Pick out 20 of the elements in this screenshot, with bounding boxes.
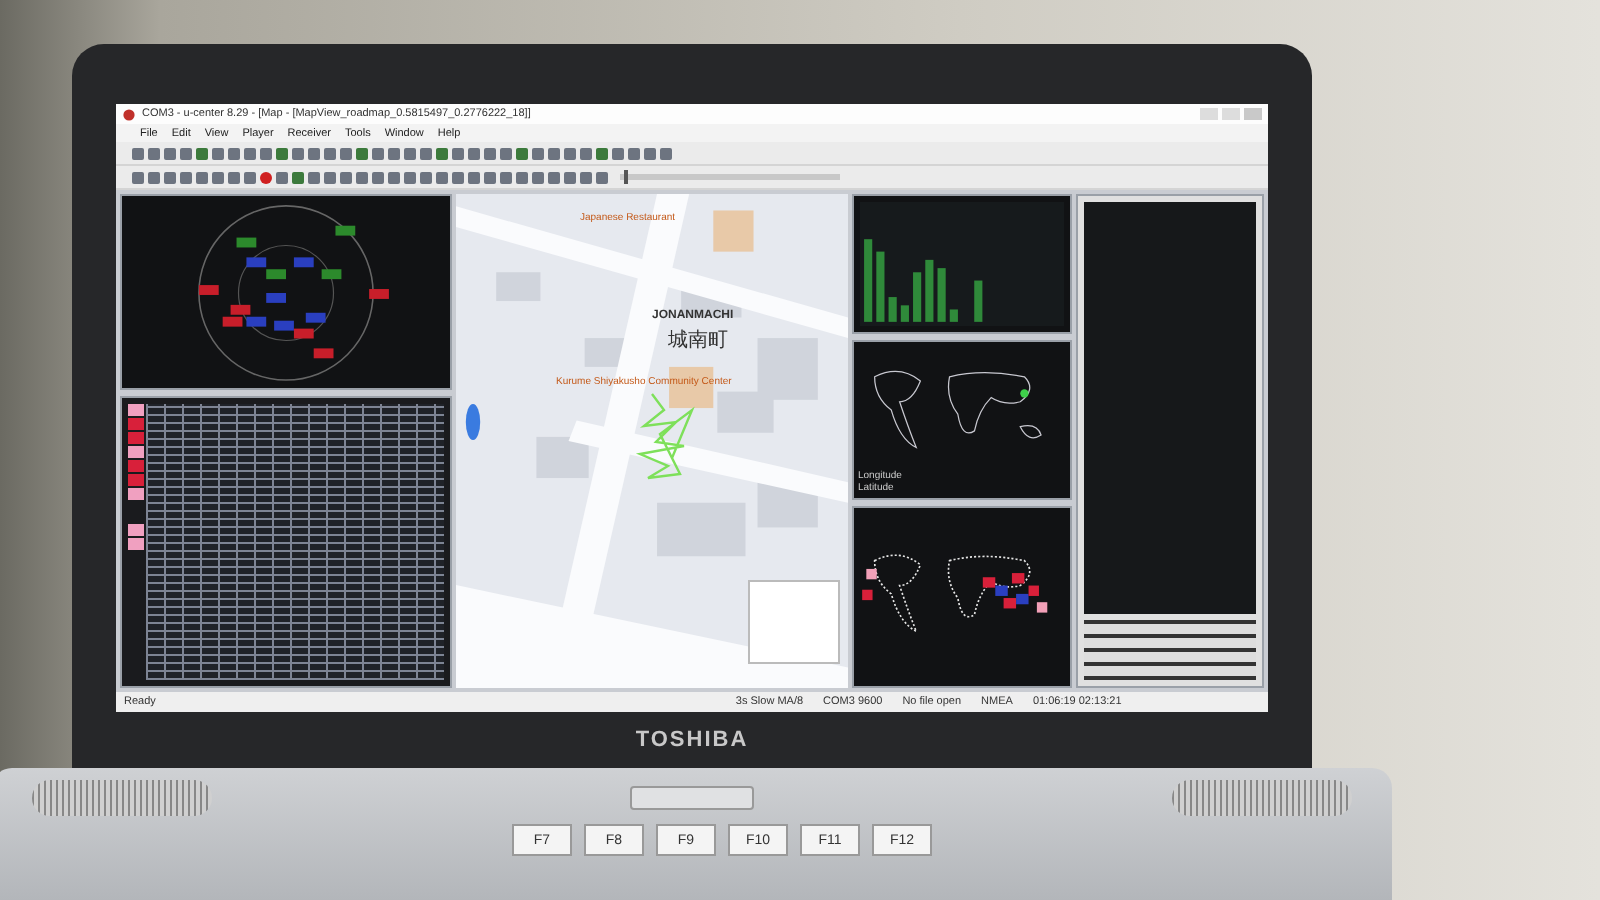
speaker-grille-icon [1172, 780, 1352, 816]
satellite-marker [321, 269, 342, 280]
playback-slider[interactable] [620, 174, 840, 180]
satellite-marker [266, 293, 286, 303]
satellite-marker [335, 225, 356, 236]
sky-plot-inner-ring [237, 244, 335, 342]
map-legend-drawing [748, 580, 840, 664]
map-label: 城南町 [668, 330, 728, 352]
power-button[interactable] [630, 786, 754, 810]
satellite-marker [313, 348, 334, 359]
satellite-marker [293, 257, 314, 268]
satellite-marker [369, 289, 389, 299]
satellite-marker [236, 237, 257, 248]
pond-drawing [464, 402, 482, 442]
slider-thumb[interactable] [624, 170, 629, 184]
satellite-marker [305, 312, 326, 323]
satellite-marker [198, 285, 219, 295]
brand-logo: TOSHIBA [635, 728, 749, 752]
speaker-grille-icon [32, 780, 212, 816]
app-logo-icon [122, 107, 136, 121]
